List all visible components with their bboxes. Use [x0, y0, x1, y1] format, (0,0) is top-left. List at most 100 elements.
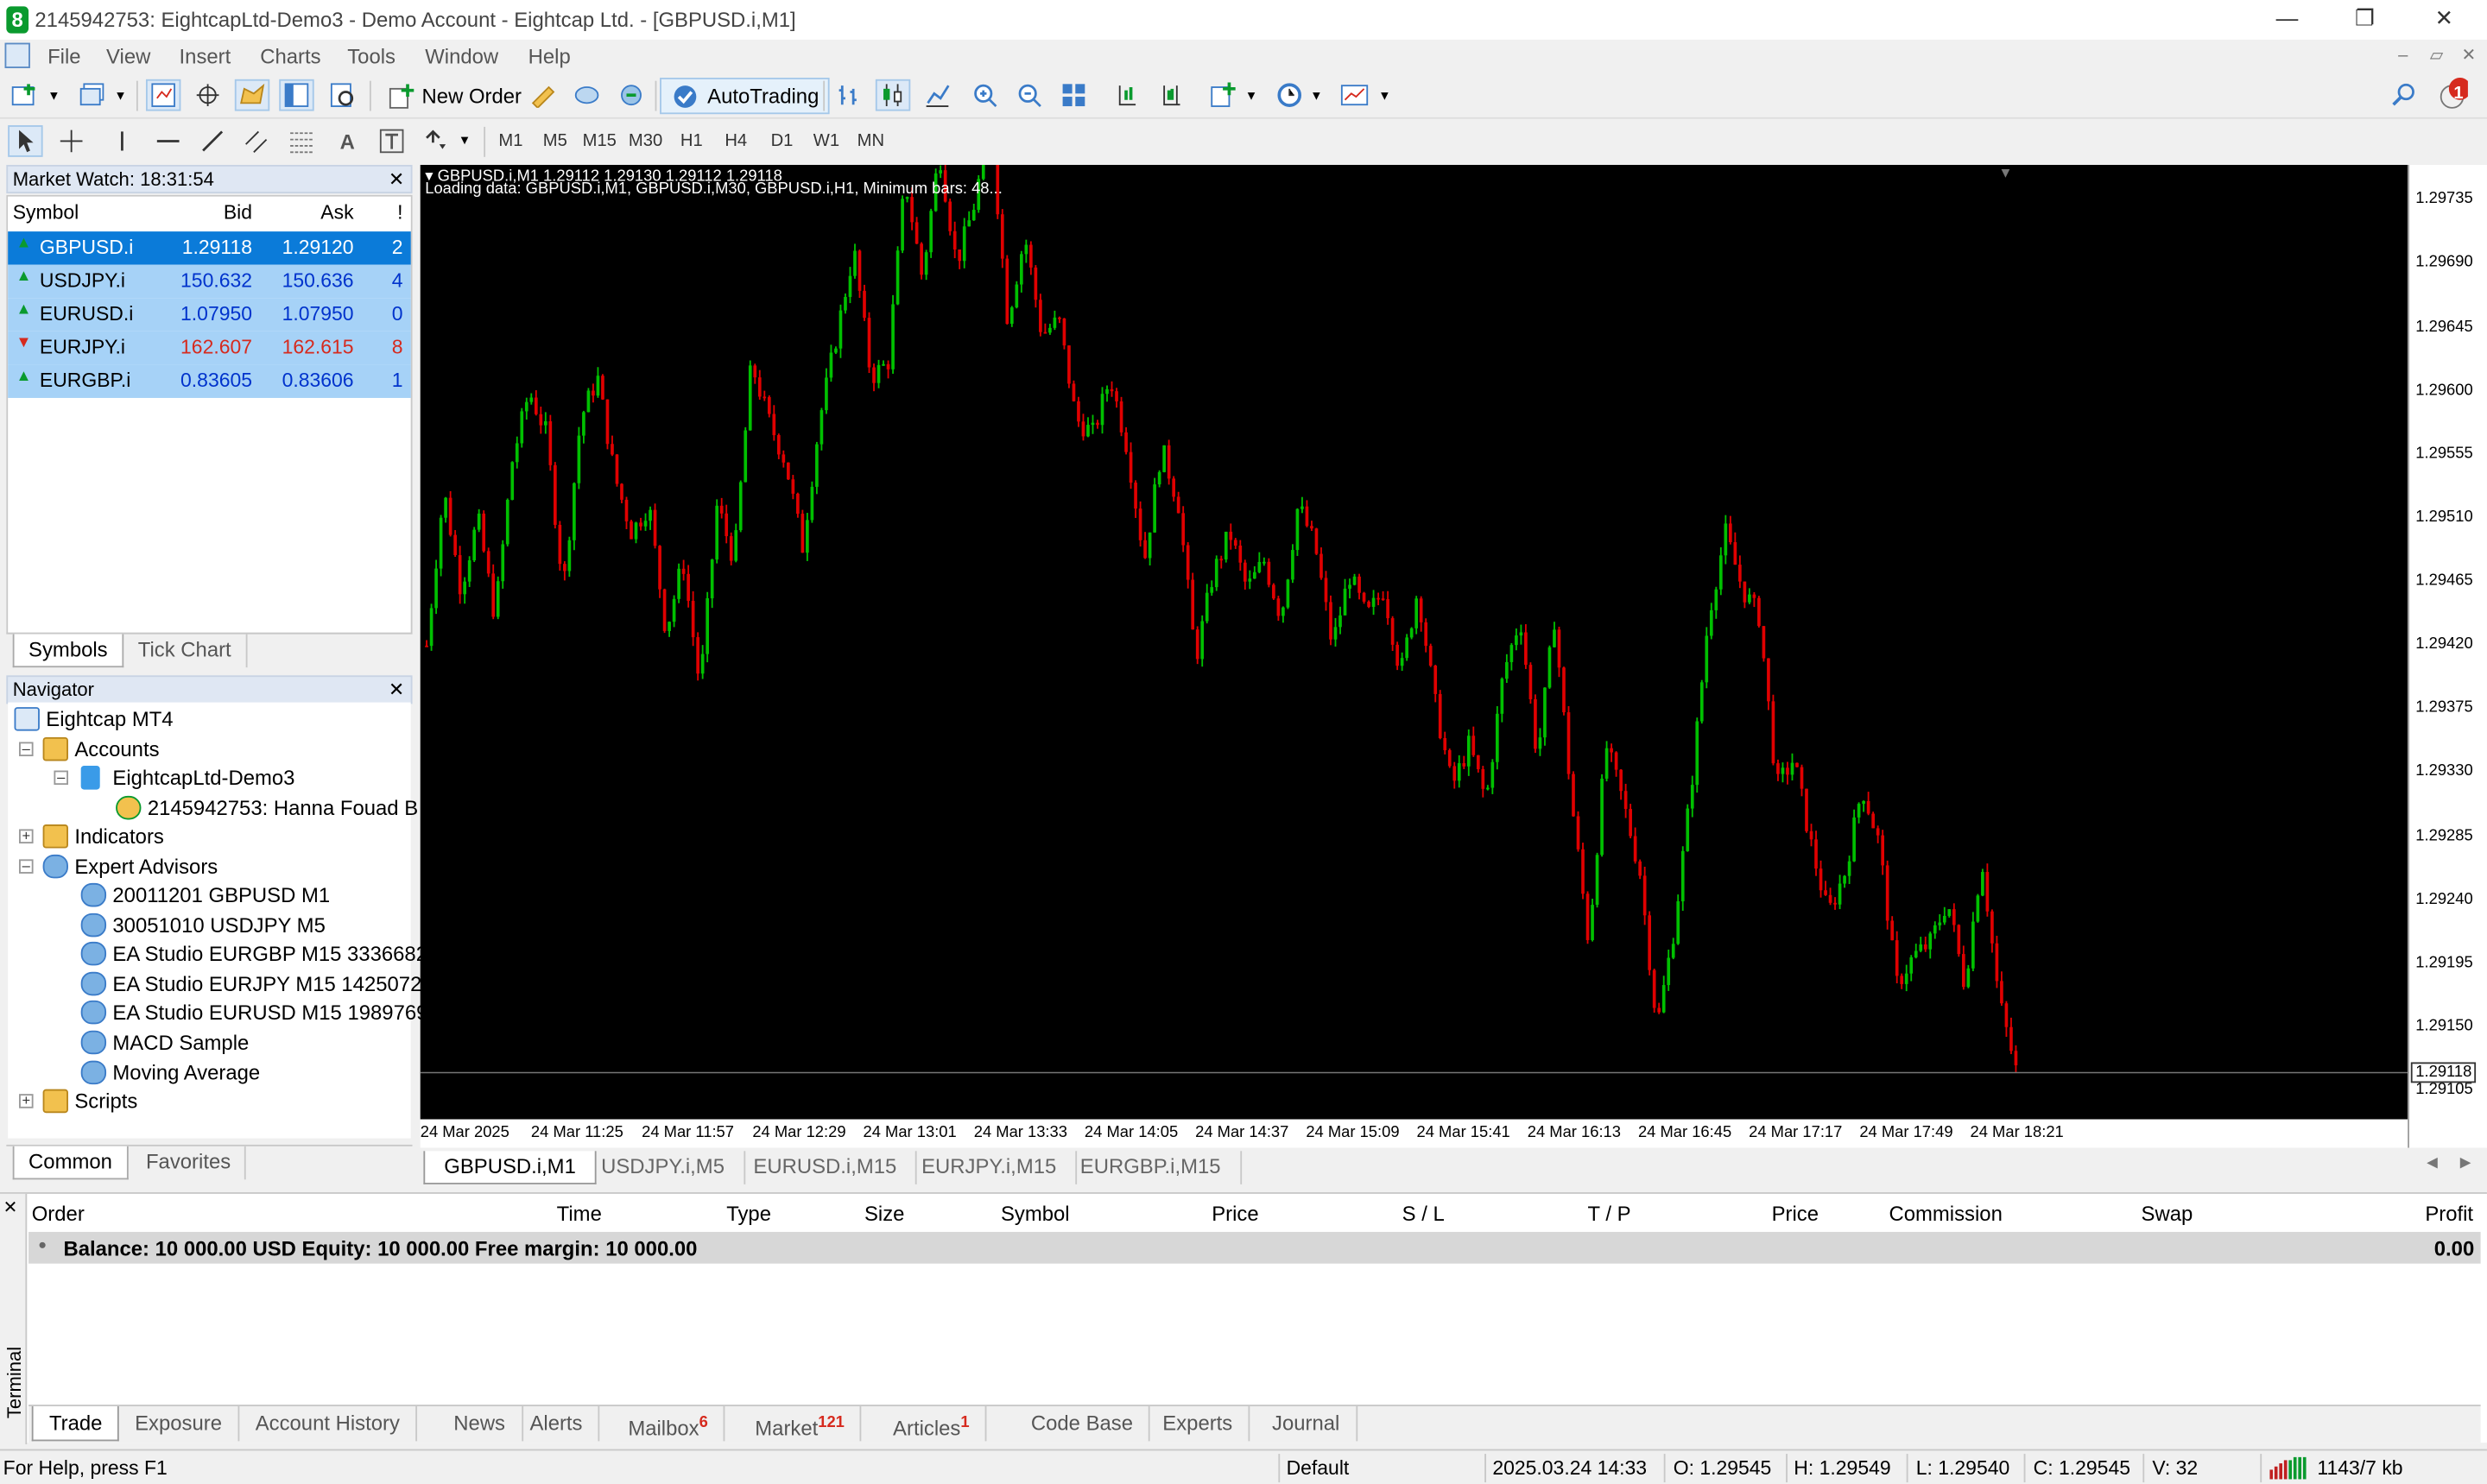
col-tp[interactable]: T / P [1588, 1202, 1631, 1226]
periods-clock-icon[interactable] [1272, 79, 1307, 111]
tab-favorites[interactable]: Favorites [131, 1146, 247, 1180]
close-icon[interactable]: ✕ [389, 167, 404, 192]
chevron-down-icon[interactable]: ▼ [1245, 89, 1258, 104]
scroll-right-icon[interactable]: ▶ [2460, 1154, 2471, 1171]
zoom-out-icon[interactable] [1012, 79, 1047, 111]
tree-root[interactable]: Eightcap MT4 [14, 705, 174, 734]
auto-scroll-icon[interactable] [1111, 79, 1145, 111]
col-price[interactable]: Price [1212, 1202, 1258, 1226]
minimize-button[interactable]: — [2263, 5, 2311, 34]
market-watch-row[interactable]: ▼ EURJPY.i 162.607 162.615 8 [8, 331, 411, 365]
col-size[interactable]: Size [864, 1202, 904, 1226]
tab-terminal-code-base[interactable]: Code Base [1015, 1405, 1151, 1442]
expand-icon[interactable]: + [19, 1093, 34, 1108]
expand-icon[interactable]: + [19, 829, 34, 844]
tab-terminal-alerts[interactable]: Alerts [514, 1405, 600, 1442]
chevron-down-icon[interactable]: ▼ [1378, 89, 1391, 104]
tab-terminal-news[interactable]: News [438, 1405, 523, 1442]
col-sl[interactable]: S / L [1402, 1202, 1445, 1226]
tab-chart-usdjpy[interactable]: USDJPY.i,M5 [582, 1151, 745, 1184]
collapse-icon[interactable]: – [54, 770, 68, 786]
equidistant-channel-icon[interactable] [239, 125, 274, 157]
data-window-icon[interactable] [190, 79, 225, 111]
price-chart[interactable]: ▾ GBPUSD.i,M1 1.29112 1.29130 1.29112 1.… [420, 164, 2408, 1120]
market-watch-row[interactable]: ▲ GBPUSD.i 1.29118 1.29120 2 [8, 231, 411, 265]
mdi-restore-icon[interactable]: ▱ [2430, 44, 2444, 65]
strategy-tester-icon[interactable] [326, 79, 360, 111]
chart-window-icon[interactable] [4, 42, 30, 68]
zoom-in-icon[interactable] [967, 79, 1002, 111]
timeframe-d1[interactable]: D1 [762, 129, 803, 155]
text-icon[interactable]: A [330, 125, 364, 157]
tree-expert-item[interactable]: 30051010 USDJPY M5 [80, 911, 326, 939]
tab-terminal-mailbox[interactable]: Mailbox6 [612, 1405, 726, 1442]
tree-expert-item[interactable]: EA Studio EURJPY M15 1425072 [80, 970, 422, 999]
profiles-icon[interactable] [76, 79, 111, 111]
timeframe-m5[interactable]: M5 [535, 129, 576, 155]
col-time[interactable]: Time [557, 1202, 602, 1226]
vertical-line-icon[interactable] [104, 125, 139, 157]
tab-chart-gbpusd[interactable]: GBPUSD.i,M1 [423, 1151, 597, 1184]
menu-window[interactable]: Window [425, 44, 498, 68]
line-chart-icon[interactable] [920, 79, 954, 111]
fibonacci-icon[interactable] [284, 125, 319, 157]
chevron-down-icon[interactable]: ▼ [1310, 89, 1323, 104]
tab-terminal-articles[interactable]: Articles1 [877, 1405, 987, 1442]
chart-shift-marker[interactable]: ▼ [1998, 165, 2012, 180]
col-close-price[interactable]: Price [1772, 1202, 1819, 1226]
chart-shift-icon[interactable] [1155, 79, 1189, 111]
market-watch-row[interactable]: ▲ EURUSD.i 1.07950 1.07950 0 [8, 298, 411, 332]
tab-terminal-market[interactable]: Market121 [739, 1405, 863, 1442]
terminal-icon[interactable] [279, 79, 314, 111]
tree-expert-item[interactable]: 20011201 GBPUSD M1 [80, 881, 330, 910]
tree-accounts[interactable]: Accounts [42, 736, 160, 764]
search-icon[interactable] [2387, 79, 2421, 111]
tree-scripts[interactable]: Scripts [42, 1088, 138, 1116]
menu-view[interactable]: View [106, 44, 150, 68]
menu-charts[interactable]: Charts [260, 44, 320, 68]
tree-account-user[interactable]: 2145942753: Hanna Fouad B [116, 794, 418, 823]
mdi-minimize-icon[interactable]: – [2398, 46, 2408, 65]
close-icon[interactable]: ✕ [389, 677, 404, 702]
market-watch-row[interactable]: ▲ USDJPY.i 150.632 150.636 4 [8, 264, 411, 299]
tree-expert-item[interactable]: EA Studio EURUSD M15 1989769 [80, 1000, 428, 1028]
menu-help[interactable]: Help [528, 44, 571, 68]
tree-account-server[interactable]: EightcapLtd-Demo3 [80, 764, 295, 793]
col-profit[interactable]: Profit [2425, 1202, 2473, 1226]
col-order[interactable]: Order [32, 1202, 85, 1226]
close-window-button[interactable]: ✕ [2421, 5, 2468, 34]
tree-expert-item[interactable]: EA Studio EURGBP M15 3336682 [80, 940, 427, 969]
text-label-icon[interactable] [374, 125, 408, 157]
tile-windows-icon[interactable] [1056, 79, 1091, 111]
scroll-left-icon[interactable]: ◀ [2427, 1154, 2438, 1171]
tab-terminal-experts[interactable]: Experts [1147, 1405, 1250, 1442]
navigator-icon[interactable] [234, 79, 270, 111]
timeframe-h1[interactable]: H1 [671, 129, 712, 155]
tab-terminal-exposure[interactable]: Exposure [119, 1405, 240, 1442]
tab-tick-chart[interactable]: Tick Chart [123, 634, 248, 668]
indicators-list-icon[interactable] [1206, 79, 1240, 111]
tree-indicators[interactable]: Indicators [42, 823, 164, 851]
col-symbol[interactable]: Symbol [1001, 1202, 1070, 1226]
menu-insert[interactable]: Insert [180, 44, 231, 68]
horizontal-line-icon[interactable] [150, 125, 185, 157]
tab-terminal-journal[interactable]: Journal [1256, 1405, 1357, 1442]
metaeditor-icon[interactable] [525, 79, 560, 111]
timeframe-m15[interactable]: M15 [579, 129, 620, 155]
tab-chart-eurusd[interactable]: EURUSD.i,M15 [734, 1151, 918, 1184]
tab-terminal-account-history[interactable]: Account History [239, 1405, 418, 1442]
col-commission[interactable]: Commission [1889, 1202, 2003, 1226]
chevron-down-icon[interactable]: ▼ [459, 133, 471, 148]
tab-chart-eurjpy[interactable]: EURJPY.i,M15 [902, 1151, 1078, 1184]
status-profile[interactable]: Default [1287, 1457, 1350, 1480]
col-bid[interactable]: Bid [224, 201, 252, 224]
signals-icon[interactable] [569, 79, 604, 111]
arrows-icon[interactable] [419, 125, 453, 157]
col-swap[interactable]: Swap [2142, 1202, 2193, 1226]
col-type[interactable]: Type [726, 1202, 771, 1226]
autotrading-button[interactable]: AutoTrading [660, 77, 831, 115]
chevron-down-icon[interactable]: ▼ [47, 89, 60, 104]
tree-expert-advisors[interactable]: Expert Advisors [42, 853, 218, 881]
market-watch-row[interactable]: ▲ EURGBP.i 0.83605 0.83606 1 [8, 364, 411, 398]
tab-common[interactable]: Common [12, 1146, 129, 1180]
